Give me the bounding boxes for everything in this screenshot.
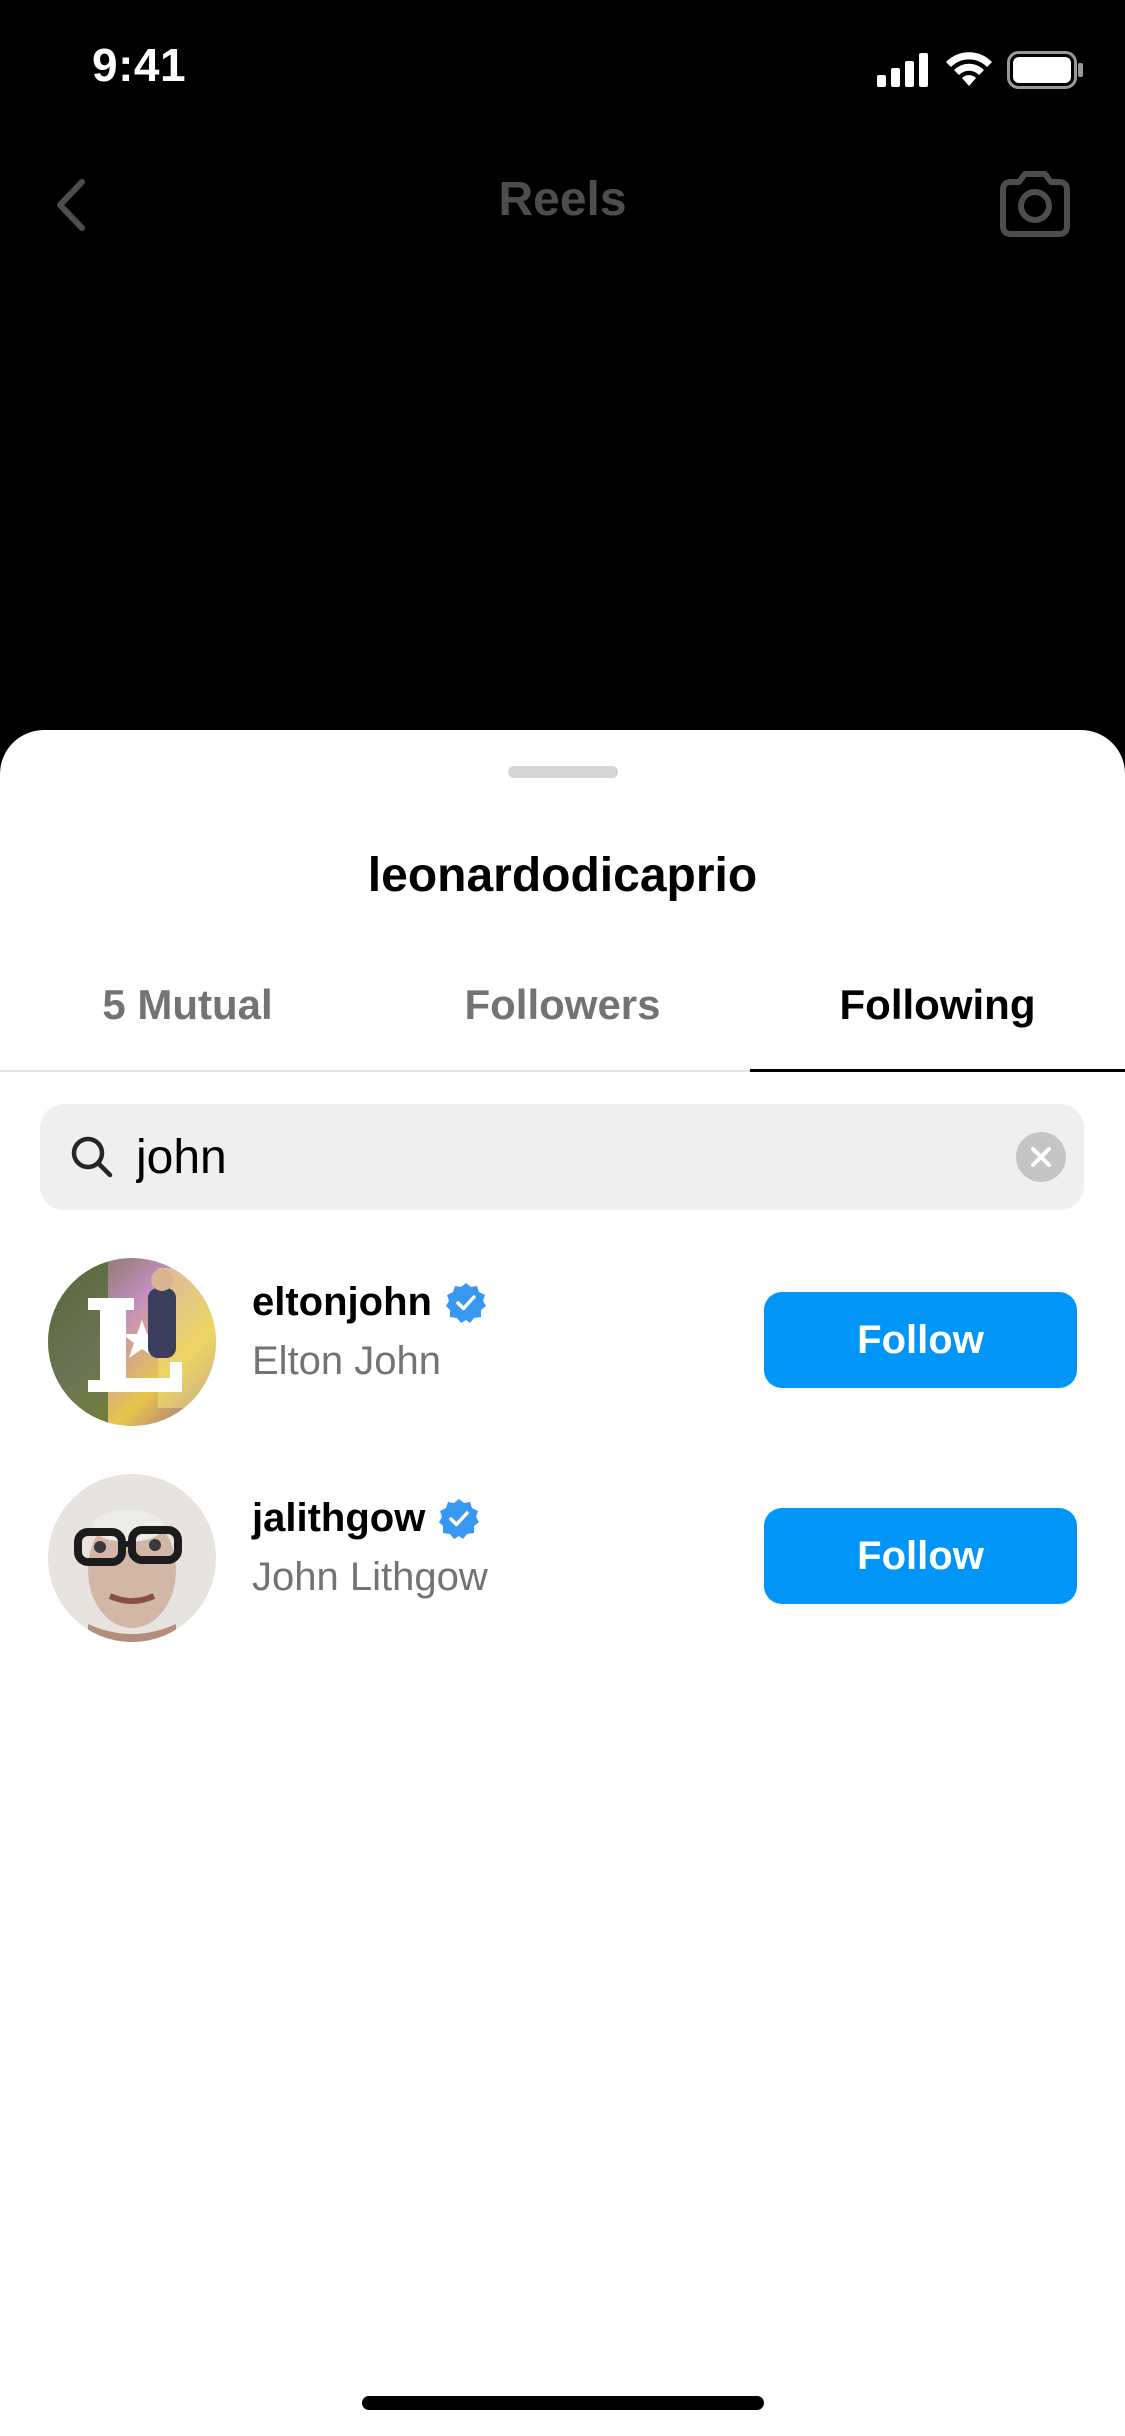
full-name: Elton John <box>252 1339 442 1383</box>
battery-icon <box>1007 51 1083 89</box>
active-tab-indicator <box>750 1069 1125 1072</box>
background-title: Reels <box>498 173 627 226</box>
verified-badge-icon <box>445 1282 486 1323</box>
follow-button[interactable]: Follow <box>764 1508 1077 1604</box>
avatar[interactable] <box>48 1258 216 1426</box>
full-name: John Lithgow <box>252 1555 488 1599</box>
username: eltonjohn <box>252 1280 432 1324</box>
avatar-image <box>48 1474 216 1642</box>
sheet-title: leonardodicaprio <box>367 849 758 902</box>
search-bar <box>40 1104 1084 1210</box>
status-time: 9:41 <box>92 39 187 91</box>
status-bar: 9:41 <box>0 0 1125 140</box>
tab-mutual[interactable]: 5 Mutual <box>0 970 375 1072</box>
tab-followers[interactable]: Followers <box>375 970 750 1072</box>
avatar[interactable] <box>48 1474 216 1642</box>
username-line: eltonjohn <box>252 1280 488 1325</box>
clear-search-button[interactable] <box>1016 1132 1066 1182</box>
search-input[interactable] <box>136 1104 1016 1210</box>
home-indicator <box>362 2396 764 2410</box>
cellular-signal-icon <box>877 53 928 87</box>
sheet-grabber[interactable] <box>508 766 618 778</box>
results-list: eltonjohn Elton John Follow jalithgow Jo… <box>0 1236 1125 1668</box>
tab-following[interactable]: Following <box>750 970 1125 1072</box>
background-header: Reels <box>0 150 1125 260</box>
camera-icon[interactable] <box>995 164 1075 244</box>
status-icons <box>877 50 1085 90</box>
avatar-image <box>48 1258 216 1426</box>
follow-button[interactable]: Follow <box>764 1292 1077 1388</box>
verified-badge-icon <box>439 1498 480 1539</box>
user-names: jalithgow John Lithgow <box>252 1496 488 1600</box>
wifi-icon <box>946 52 992 86</box>
clear-x-icon <box>1031 1147 1051 1167</box>
screen: 9:41 Reels leonardodicaprio 5 Mutual Fol… <box>0 0 1125 2436</box>
user-names: eltonjohn Elton John <box>252 1280 488 1384</box>
username-line: jalithgow <box>252 1496 488 1541</box>
following-sheet: leonardodicaprio 5 Mutual Followers Foll… <box>0 730 1125 2436</box>
tab-bar: 5 Mutual Followers Following <box>0 970 1125 1072</box>
username: jalithgow <box>252 1496 426 1540</box>
search-icon <box>71 1136 113 1178</box>
list-item[interactable]: jalithgow John Lithgow Follow <box>0 1452 1125 1668</box>
list-item[interactable]: eltonjohn Elton John Follow <box>0 1236 1125 1452</box>
